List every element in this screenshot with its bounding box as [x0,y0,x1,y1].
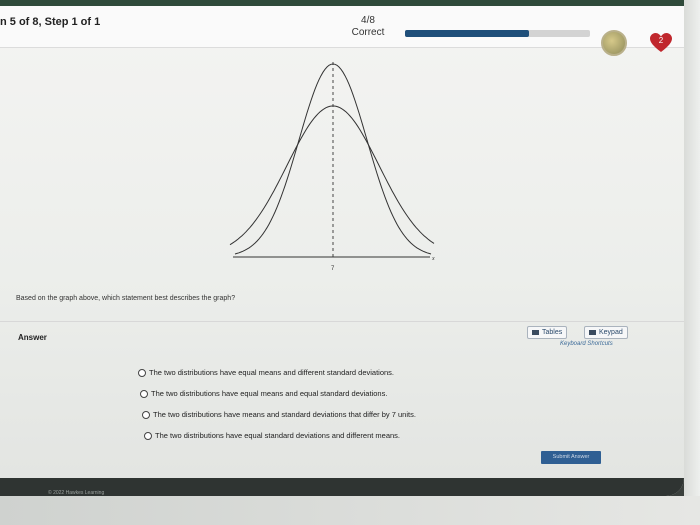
option-2[interactable]: The two distributions have equal means a… [140,389,387,398]
score-value: 4/8 [361,15,375,26]
option-text: The two distributions have equal means a… [149,368,395,377]
answer-label: Answer [18,333,47,342]
app-screen: n 5 of 8, Step 1 of 1 4/8 Correct 2 7 x … [0,6,684,496]
option-1[interactable]: The two distributions have equal means a… [138,368,394,377]
mean-tick-label: 7 [331,266,335,272]
score-display: 4/8 Correct [346,15,390,39]
keyboard-shortcuts-link[interactable]: Keyboard Shortcuts [560,341,613,347]
keypad-button[interactable]: Keypad [584,326,628,339]
option-text: The two distributions have means and sta… [153,410,416,419]
table-icon [532,330,539,335]
keypad-icon [589,330,596,335]
photo-desk [0,496,700,525]
keypad-label: Keypad [599,329,623,336]
step-label: n 5 of 8, Step 1 of 1 [0,16,101,28]
option-text: The two distributions have equal means a… [151,389,388,398]
submit-answer-button[interactable]: Submit Answer [541,451,601,464]
tables-button[interactable]: Tables [527,326,568,339]
tables-label: Tables [542,329,563,336]
hearts-count: 2 [658,36,664,45]
radio-button[interactable] [140,389,148,398]
header-bar: n 5 of 8, Step 1 of 1 4/8 Correct 2 [0,6,684,56]
normal-curves-graph: 7 x [229,62,435,272]
option-3[interactable]: The two distributions have means and sta… [142,410,416,419]
progress-bar [405,30,590,37]
radio-button[interactable] [142,410,150,419]
option-text: The two distributions have equal standar… [155,431,401,440]
question-text: Based on the graph above, which statemen… [16,295,236,302]
radio-button[interactable] [138,368,146,377]
score-status: Correct [351,27,385,38]
option-4[interactable]: The two distributions have equal standar… [144,431,400,440]
progress-fill [405,30,529,37]
x-axis-label: x [431,256,435,262]
coin-icon[interactable] [601,30,627,56]
answer-divider [0,321,684,322]
curve-wide-short [229,105,435,246]
radio-button[interactable] [144,431,152,440]
photo-edge [684,0,700,525]
